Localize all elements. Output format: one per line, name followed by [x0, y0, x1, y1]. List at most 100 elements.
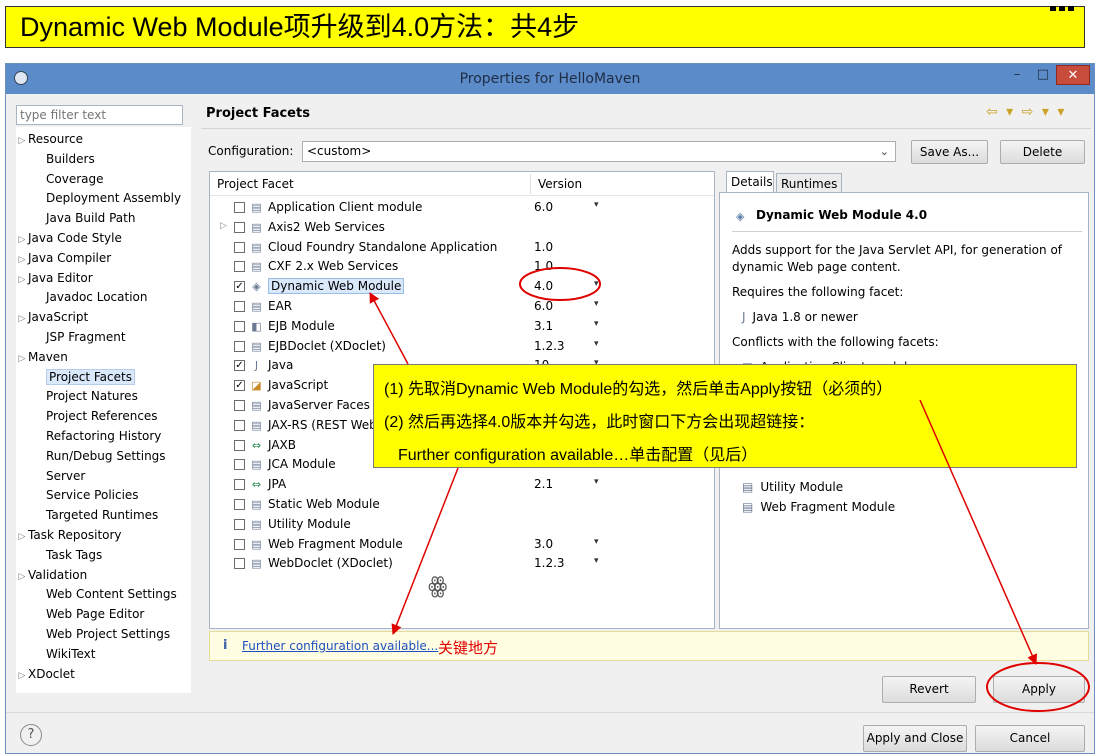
version-dropdown-icon[interactable]: ▾ — [594, 279, 599, 289]
revert-button[interactable]: Revert — [882, 676, 976, 703]
nav-item[interactable]: Web Page Editor — [16, 604, 144, 624]
title-bar[interactable]: Properties for HelloMaven – □ ✕ — [6, 64, 1094, 94]
version-dropdown-icon[interactable]: ▾ — [594, 299, 599, 309]
facet-checkbox[interactable]: ✓ — [234, 360, 245, 372]
facet-row[interactable]: ▤ Application Client module 6.0 ▾ — [210, 198, 714, 218]
facet-checkbox[interactable] — [234, 419, 245, 431]
nav-item[interactable]: Run/Debug Settings — [16, 446, 166, 466]
nav-item[interactable]: Builders — [16, 149, 95, 169]
nav-item[interactable]: Project Facets — [16, 367, 135, 387]
facet-row[interactable]: ▤ EJBDoclet (XDoclet) 1.2.3 ▾ — [210, 337, 714, 357]
facet-row[interactable]: ⇔ JPA 2.1 ▾ — [210, 475, 714, 495]
facet-version[interactable]: 6.0 — [534, 299, 553, 313]
facet-checkbox[interactable] — [234, 538, 245, 550]
nav-item[interactable]: Coverage — [16, 169, 104, 189]
facet-checkbox[interactable] — [234, 241, 245, 253]
nav-item[interactable]: Task Tags — [16, 545, 102, 565]
tab-runtimes[interactable]: Runtimes — [776, 173, 842, 193]
maximize-button[interactable]: □ — [1030, 65, 1056, 85]
facet-version[interactable]: 1.2.3 — [534, 556, 565, 570]
nav-item[interactable]: ▷ XDoclet — [16, 664, 75, 684]
facet-checkbox[interactable] — [234, 459, 245, 471]
facet-version[interactable]: 1.0 — [534, 259, 553, 273]
facet-row[interactable]: ✓ ◈ Dynamic Web Module 4.0 ▾ — [210, 277, 714, 297]
facet-checkbox[interactable] — [234, 400, 245, 411]
facet-checkbox[interactable] — [234, 261, 245, 273]
version-dropdown-icon[interactable]: ▾ — [594, 556, 599, 566]
nav-item[interactable]: ▷ JavaScript — [16, 307, 89, 327]
facet-checkbox[interactable] — [234, 499, 245, 510]
column-divider[interactable] — [530, 174, 531, 194]
facet-row[interactable]: ▤ Web Fragment Module 3.0 ▾ — [210, 535, 714, 555]
facet-checkbox[interactable]: ✓ — [234, 281, 245, 293]
facet-checkbox[interactable] — [234, 479, 245, 491]
facet-row[interactable]: ▤ CXF 2.x Web Services 1.0 — [210, 257, 714, 277]
nav-item[interactable]: Java Build Path — [16, 208, 135, 228]
apply-button[interactable]: Apply — [993, 676, 1085, 703]
version-dropdown-icon[interactable]: ▾ — [594, 200, 599, 210]
nav-item[interactable]: Javadoc Location — [16, 287, 147, 307]
nav-item[interactable]: JSP Fragment — [16, 327, 126, 347]
nav-item[interactable]: ▷ Validation — [16, 565, 88, 585]
minimize-button[interactable]: – — [1004, 65, 1030, 85]
further-configuration-link[interactable]: Further configuration available... — [242, 639, 438, 653]
expand-arrow-icon[interactable]: ▷ — [220, 221, 227, 231]
facet-checkbox[interactable] — [234, 320, 245, 332]
close-button[interactable]: ✕ — [1056, 65, 1090, 85]
nav-item[interactable]: Service Policies — [16, 485, 139, 505]
facet-version[interactable]: 2.1 — [534, 477, 553, 491]
nav-item[interactable]: ▷ Java Editor — [16, 268, 93, 288]
configuration-select[interactable]: <custom> ⌄ — [302, 141, 896, 162]
version-dropdown-icon[interactable]: ▾ — [594, 319, 599, 329]
facet-row[interactable]: ▤ Static Web Module — [210, 495, 714, 515]
apply-and-close-button[interactable]: Apply and Close — [863, 725, 967, 752]
tab-details[interactable]: Details — [726, 171, 774, 193]
nav-item[interactable]: Server — [16, 466, 85, 486]
facet-version[interactable]: 6.0 — [534, 200, 553, 214]
help-button[interactable]: ? — [20, 724, 42, 746]
facet-version[interactable]: 1.0 — [534, 240, 553, 254]
expand-arrow-icon[interactable]: ▷ — [16, 666, 28, 686]
nav-item[interactable]: WikiText — [16, 644, 96, 664]
facet-row[interactable]: ▤ Utility Module — [210, 515, 714, 535]
nav-item[interactable]: ▷ Maven — [16, 347, 68, 367]
facet-checkbox[interactable] — [234, 221, 245, 233]
filter-input[interactable] — [16, 105, 183, 125]
save-as-button[interactable]: Save As... — [911, 140, 988, 164]
version-dropdown-icon[interactable]: ▾ — [594, 477, 599, 487]
version-dropdown-icon[interactable]: ▾ — [594, 537, 599, 547]
facet-checkbox[interactable] — [234, 518, 245, 530]
facet-row[interactable]: ▷ ▤ Axis2 Web Services — [210, 218, 714, 238]
facet-row[interactable]: ▤ Cloud Foundry Standalone Application 1.0 — [210, 238, 714, 258]
facet-checkbox[interactable] — [234, 340, 245, 352]
facet-checkbox[interactable] — [234, 558, 245, 570]
facet-row[interactable]: ▤ EAR 6.0 ▾ — [210, 297, 714, 317]
delete-button[interactable]: Delete — [1000, 140, 1085, 164]
column-header-facet[interactable]: Project Facet — [217, 177, 294, 191]
nav-item[interactable]: Web Project Settings — [16, 624, 170, 644]
nav-item[interactable]: Refactoring History — [16, 426, 161, 446]
nav-item[interactable]: Project References — [16, 406, 158, 426]
facet-row[interactable]: ▤ WebDoclet (XDoclet) 1.2.3 ▾ — [210, 554, 714, 574]
nav-item[interactable]: ▷ Java Code Style — [16, 228, 122, 248]
history-nav-arrows[interactable]: ⇦ ▾ ⇨ ▾ ▾ — [986, 104, 1066, 120]
facet-version[interactable]: 3.1 — [534, 319, 553, 333]
nav-item[interactable]: Project Natures — [16, 386, 138, 406]
version-dropdown-icon[interactable]: ▾ — [594, 339, 599, 349]
nav-item[interactable]: Targeted Runtimes — [16, 505, 158, 525]
nav-item[interactable]: Deployment Assembly — [16, 188, 181, 208]
facet-checkbox[interactable] — [234, 301, 245, 312]
facet-version[interactable]: 1.2.3 — [534, 339, 565, 353]
nav-item[interactable]: ▷ Task Repository — [16, 525, 122, 545]
nav-item[interactable]: ▷ Resource — [16, 129, 84, 149]
facet-checkbox[interactable] — [234, 202, 245, 213]
cancel-button[interactable]: Cancel — [975, 725, 1085, 752]
facet-checkbox[interactable] — [234, 439, 245, 451]
nav-item[interactable]: Web Content Settings — [16, 584, 177, 604]
column-header-version[interactable]: Version — [538, 177, 582, 191]
facet-row[interactable]: ◧ EJB Module 3.1 ▾ — [210, 317, 714, 337]
nav-item[interactable]: ▷ Java Compiler — [16, 248, 112, 268]
facet-version[interactable]: 4.0 — [534, 279, 553, 293]
facet-version[interactable]: 3.0 — [534, 537, 553, 551]
facet-checkbox[interactable]: ✓ — [234, 380, 245, 392]
